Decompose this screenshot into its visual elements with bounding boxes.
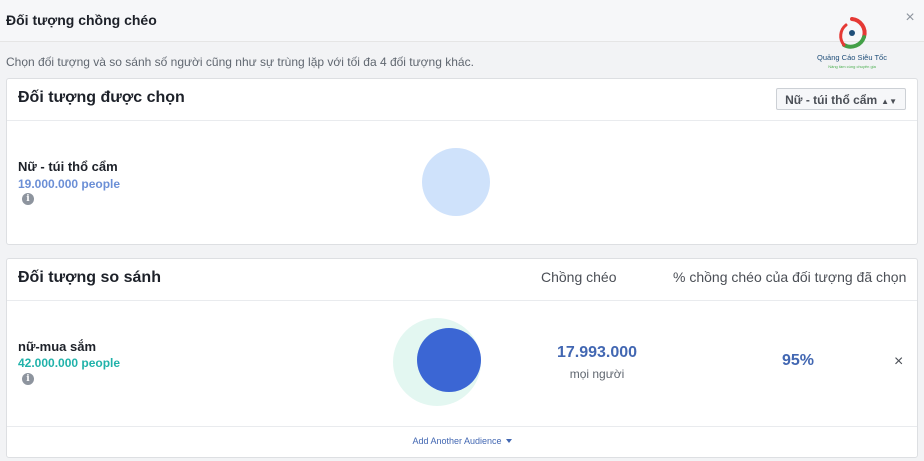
info-icon[interactable]: i (22, 373, 34, 385)
compare-audience-card: Đối tượng so sánh Chồng chéo % chồng ché… (6, 258, 918, 458)
compare-card-header: Đối tượng so sánh Chồng chéo % chồng ché… (7, 259, 917, 301)
caret-down-icon (505, 439, 512, 443)
audience-select-dropdown[interactable]: Nữ - túi thổ cẩm ▲▼ (776, 88, 906, 110)
selected-card-header: Đối tượng được chọn Nữ - túi thổ cẩm ▲▼ (7, 79, 917, 121)
logo-swirl-icon (839, 17, 867, 49)
overlap-circle (417, 328, 481, 392)
remove-audience-icon[interactable]: × (894, 354, 903, 370)
logo-tagline: Nâng tầm cùng chuyên gia (828, 64, 876, 69)
dialog-titlebar: Đối tượng chồng chéo × (0, 0, 924, 42)
compare-heading: Đối tượng so sánh (18, 269, 161, 286)
add-another-audience-link[interactable]: Add Another Audience (7, 436, 917, 446)
dropdown-value: Nữ - túi thổ cẩm (785, 93, 878, 107)
overlap-venn-diagram (393, 318, 481, 406)
overlap-unit: mọi người (569, 367, 625, 381)
sort-arrows-icon: ▲▼ (881, 97, 897, 106)
selected-audience-name: Nữ - túi thổ cẩm (18, 159, 118, 174)
logo-name: Quảng Cáo Siêu Tốc (817, 53, 887, 62)
brand-logo: Quảng Cáo Siêu Tốc Nâng tầm cùng chuyên … (806, 15, 898, 73)
selected-heading: Đối tượng được chọn (18, 89, 185, 106)
add-audience-label: Add Another Audience (412, 436, 502, 446)
overlap-column-header: Chồng chéo (541, 269, 617, 285)
overlap-value: 17.993.000 (556, 344, 638, 361)
selected-audience-count: 19.000.000 people (18, 177, 121, 191)
compare-audience-count: 42.000.000 people (18, 356, 121, 370)
selected-audience-circle (422, 148, 490, 216)
percent-column-header: % chồng chéo của đối tượng đã chọn (673, 269, 907, 285)
dialog-subtitle: Chọn đối tượng và so sánh số người cũng … (6, 55, 474, 69)
dialog-title: Đối tượng chồng chéo (6, 12, 157, 28)
compare-audience-name: nữ-mua sắm (18, 339, 97, 354)
selected-audience-card: Đối tượng được chọn Nữ - túi thổ cẩm ▲▼ N… (6, 78, 918, 245)
overlap-percent: 95% (782, 352, 815, 369)
info-icon[interactable]: i (22, 193, 34, 205)
compare-card-footer: Add Another Audience (7, 426, 917, 457)
close-icon[interactable]: × (902, 10, 918, 26)
